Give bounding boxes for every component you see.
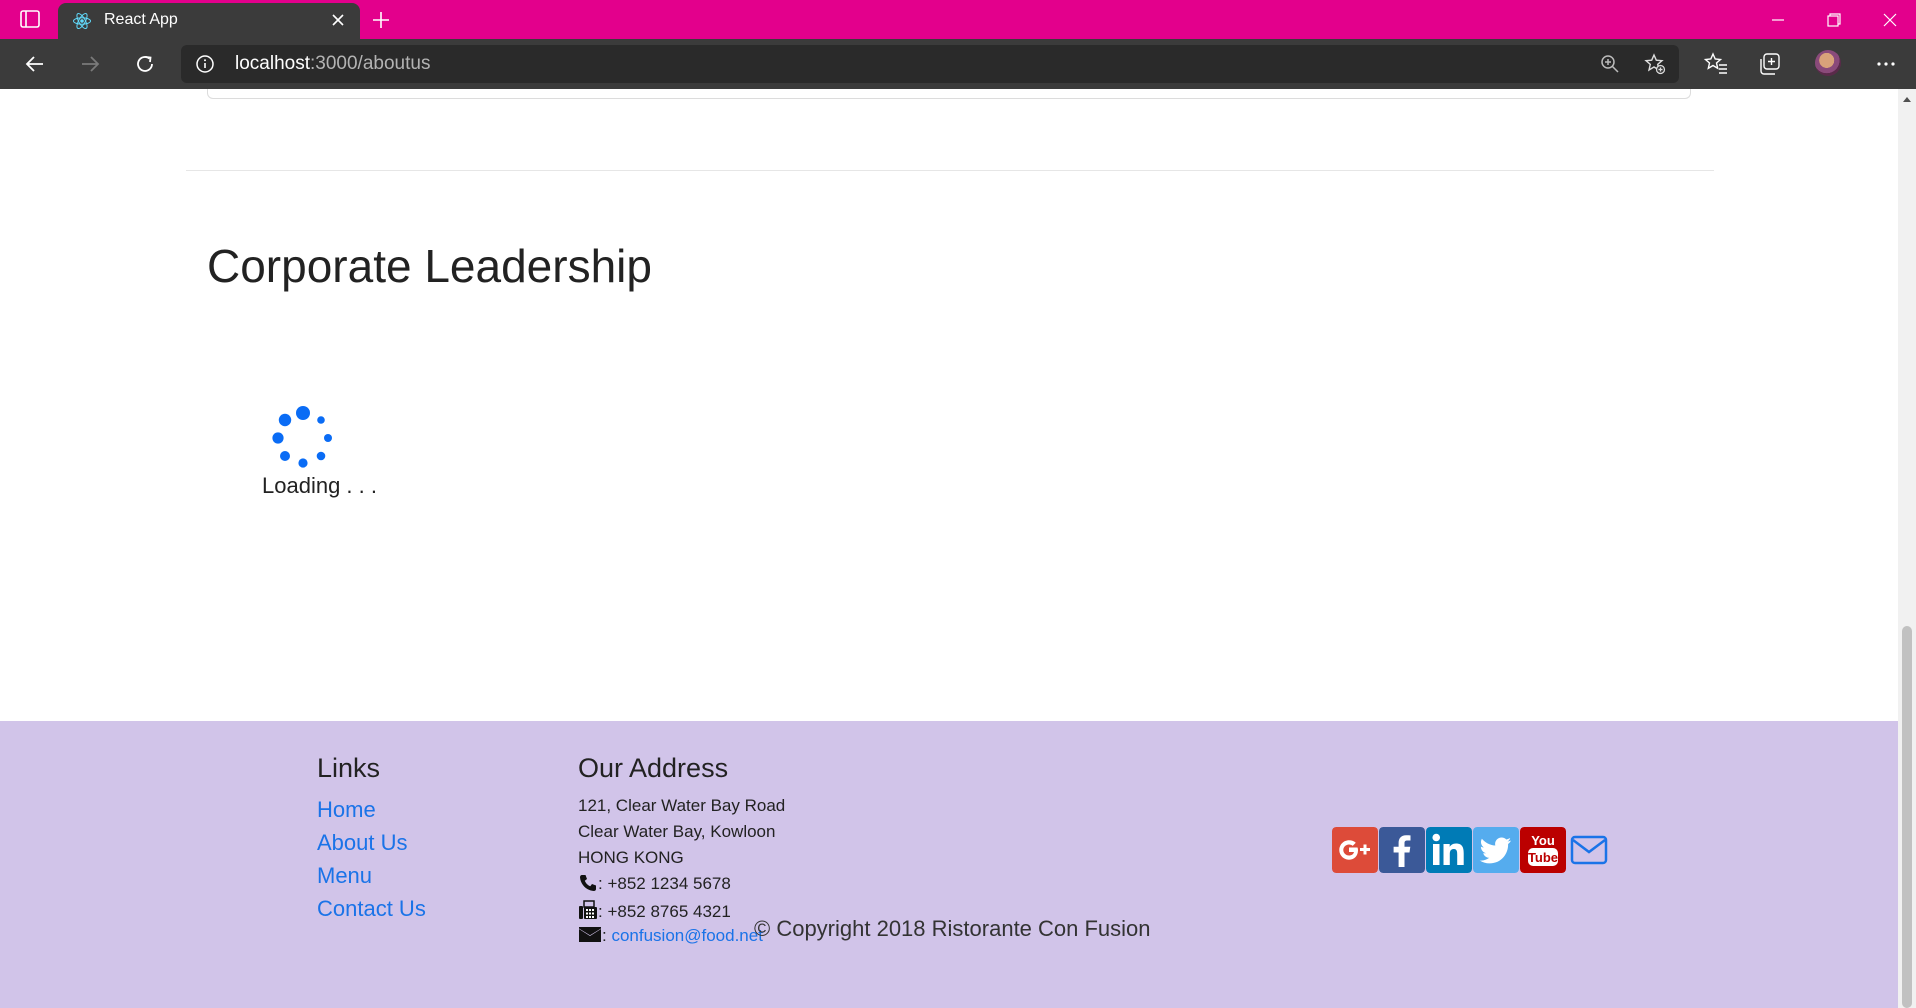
react-logo-icon	[73, 12, 91, 30]
site-info-icon[interactable]	[195, 54, 215, 74]
new-tab-icon[interactable]	[370, 9, 392, 31]
url-path: :3000/aboutus	[310, 53, 431, 74]
forward-arrow-icon[interactable]	[77, 51, 103, 77]
close-tab-icon[interactable]	[328, 10, 348, 30]
site-footer: Links Home About Us Menu Contact Us Our …	[0, 721, 1898, 1008]
footer-link-about-us[interactable]: About Us	[317, 830, 408, 856]
email-line: : confusion@food.net	[578, 926, 763, 946]
browser-toolbar: localhost:3000/aboutus	[0, 39, 1916, 89]
restore-icon[interactable]	[1822, 8, 1846, 32]
phone-icon	[580, 875, 596, 891]
envelope-icon	[579, 927, 601, 942]
tab-actions-icon[interactable]	[20, 10, 40, 28]
svg-text:You: You	[1531, 833, 1555, 848]
zoom-icon[interactable]	[1599, 53, 1621, 75]
browser-title-bar: React App	[0, 0, 1916, 39]
add-favorite-icon[interactable]	[1644, 53, 1666, 75]
favorites-icon[interactable]	[1703, 51, 1729, 77]
fax-number: : +852 8765 4321	[598, 902, 731, 921]
refresh-icon[interactable]	[132, 51, 158, 77]
address-heading: Our Address	[578, 753, 729, 783]
address-line-1: 121, Clear Water Bay Road	[578, 796, 786, 815]
address-line-2: Clear Water Bay, Kowloon	[578, 822, 776, 841]
url-host: localhost	[235, 53, 310, 74]
browser-tab-active[interactable]: React App	[58, 3, 360, 39]
section-divider	[186, 170, 1714, 171]
scrollbar-thumb[interactable]	[1902, 626, 1912, 1008]
phone-number: : +852 1234 5678	[598, 874, 731, 893]
tab-title: React App	[104, 11, 178, 28]
email-link[interactable]: confusion@food.net	[611, 926, 762, 945]
footer-link-contact-us[interactable]: Contact Us	[317, 896, 426, 922]
card-bottom-edge	[207, 89, 1691, 99]
back-arrow-icon[interactable]	[22, 51, 48, 77]
more-options-icon[interactable]	[1873, 51, 1899, 77]
twitter-icon[interactable]	[1473, 827, 1519, 873]
phone-line: : +852 1234 5678	[578, 874, 731, 894]
links-heading: Links	[317, 753, 381, 783]
page-viewport: Corporate Leadership Loading . . . Links…	[0, 89, 1898, 1008]
linkedin-icon[interactable]	[1426, 827, 1472, 873]
url-text[interactable]: localhost:3000/aboutus	[235, 53, 430, 75]
copyright-text: © Copyright 2018 Ristorante Con Fusion	[754, 916, 1151, 941]
facebook-icon[interactable]	[1379, 827, 1425, 873]
page-scrollbar[interactable]	[1898, 89, 1916, 1008]
collections-icon[interactable]	[1757, 51, 1783, 77]
svg-text:Tube: Tube	[1528, 850, 1558, 865]
fax-line: : +852 8765 4321	[578, 900, 731, 922]
minimize-icon[interactable]	[1766, 8, 1790, 32]
profile-avatar[interactable]	[1815, 50, 1841, 76]
footer-link-menu[interactable]: Menu	[317, 863, 372, 889]
footer-link-home[interactable]: Home	[317, 797, 376, 823]
mail-icon[interactable]	[1570, 833, 1608, 867]
page-heading: Corporate Leadership	[207, 240, 652, 292]
loading-spinner-icon	[272, 406, 332, 468]
address-line-3: HONG KONG	[578, 848, 684, 867]
loading-text: Loading . . .	[262, 473, 377, 498]
address-bar[interactable]: localhost:3000/aboutus	[181, 45, 1679, 83]
scroll-up-arrow-icon[interactable]	[1902, 95, 1912, 103]
fax-icon	[579, 900, 597, 919]
close-window-icon[interactable]	[1878, 8, 1902, 32]
google-plus-icon[interactable]	[1332, 827, 1378, 873]
youtube-icon[interactable]: You Tube	[1520, 827, 1566, 873]
